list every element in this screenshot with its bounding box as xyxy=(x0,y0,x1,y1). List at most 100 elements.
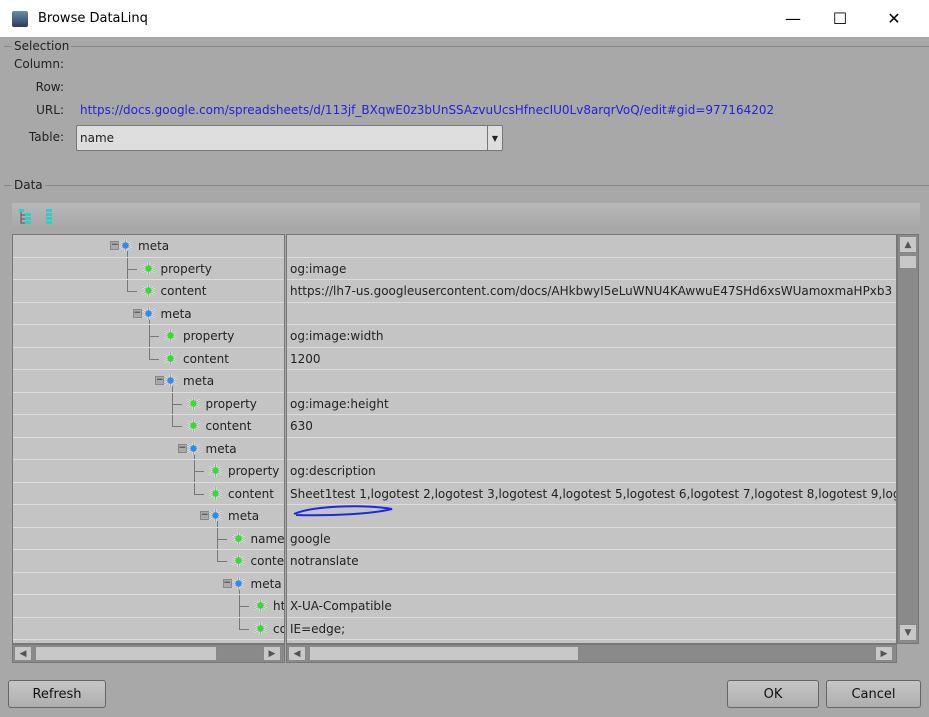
node-value: og:image:height xyxy=(290,396,389,411)
tree-row[interactable]: property xyxy=(13,393,284,415)
value-row[interactable]: og:image:height xyxy=(287,393,896,415)
close-button[interactable]: ✕ xyxy=(871,0,917,37)
tree-horizontal-scrollbar[interactable]: ◀ ▶ xyxy=(12,644,285,663)
scroll-up-button[interactable]: ▲ xyxy=(899,236,917,253)
refresh-button[interactable]: Refresh xyxy=(8,680,106,708)
value-row[interactable] xyxy=(287,573,896,595)
attribute-node-icon xyxy=(208,463,223,478)
vertical-scrollbar[interactable]: ▲ ▼ xyxy=(897,234,919,644)
window-title: Browse DataLinq xyxy=(38,11,148,26)
url-link[interactable]: https://docs.google.com/spreadsheets/d/1… xyxy=(80,103,774,117)
selection-group-label: Selection xyxy=(12,39,72,53)
tree-row[interactable]: − meta xyxy=(13,573,284,595)
node-value: og:image:width xyxy=(290,329,384,343)
scroll-thumb[interactable] xyxy=(35,646,217,661)
value-row[interactable] xyxy=(287,303,896,325)
scroll-thumb[interactable] xyxy=(309,646,579,661)
node-label: content xyxy=(183,351,229,366)
attribute-node-icon xyxy=(186,396,201,411)
redaction-scribble xyxy=(293,505,393,517)
node-value: 1200 xyxy=(290,351,321,366)
element-node-icon xyxy=(186,441,201,456)
scroll-thumb[interactable] xyxy=(899,255,917,269)
maximize-button[interactable]: ☐ xyxy=(817,0,863,37)
tree-row[interactable]: content xyxy=(13,483,284,505)
tree-connector xyxy=(171,403,182,405)
minimize-button[interactable]: — xyxy=(770,0,816,37)
attribute-node-icon xyxy=(231,553,246,568)
value-row[interactable]: og:image:width xyxy=(287,325,896,348)
scroll-right-button[interactable]: ▶ xyxy=(263,646,281,661)
tree-row[interactable]: property xyxy=(13,325,284,348)
node-label: meta xyxy=(183,374,215,388)
scroll-left-button[interactable]: ◀ xyxy=(14,646,32,661)
value-horizontal-scrollbar[interactable]: ◀ ▶ xyxy=(286,644,897,663)
value-row[interactable] xyxy=(287,235,896,258)
value-row[interactable]: https://lh7-us.googleusercontent.com/doc… xyxy=(287,280,896,303)
value-column[interactable]: og:image https://lh7-us.googleusercontent… xyxy=(286,234,897,644)
value-row[interactable]: notranslate xyxy=(287,550,896,573)
attribute-node-icon xyxy=(208,486,223,501)
tree-connector xyxy=(126,268,137,270)
table-select-value: name xyxy=(80,131,115,145)
tree-connector xyxy=(126,291,137,292)
value-row[interactable]: IE=edge; xyxy=(287,618,896,640)
value-row[interactable]: og:image xyxy=(287,258,896,280)
tree-connector xyxy=(216,538,227,540)
value-row[interactable]: og:description xyxy=(287,460,896,483)
tree-row[interactable]: content xyxy=(13,415,284,438)
tree-row[interactable]: − meta xyxy=(13,370,284,393)
node-label: content xyxy=(250,554,285,568)
tree-row[interactable]: property xyxy=(13,258,284,280)
node-label: meta xyxy=(160,306,192,321)
node-label: content xyxy=(160,284,207,298)
tree-row[interactable]: http-equiv xyxy=(13,595,284,618)
tree-row[interactable]: − meta xyxy=(13,303,284,325)
element-node-icon xyxy=(208,508,223,523)
scroll-left-button[interactable]: ◀ xyxy=(288,646,306,661)
ok-button[interactable]: OK xyxy=(727,680,819,708)
node-value: og:description xyxy=(290,464,376,478)
value-row[interactable]: 630 xyxy=(287,415,896,438)
tree-connector xyxy=(194,471,204,472)
row-label: Row: xyxy=(35,80,64,94)
node-label: content xyxy=(228,486,274,501)
expand-tree-icon[interactable] xyxy=(19,209,33,225)
attribute-node-icon xyxy=(253,621,268,636)
attribute-node-icon xyxy=(231,531,246,546)
tree-row[interactable]: content xyxy=(13,280,284,303)
column-label: Column: xyxy=(14,57,64,71)
cancel-button[interactable]: Cancel xyxy=(826,680,921,708)
tree-column[interactable]: − meta property content − meta property content… xyxy=(12,234,285,644)
node-label: property xyxy=(160,261,212,276)
tree-row[interactable]: content xyxy=(13,618,284,640)
value-row[interactable]: 1200 xyxy=(287,348,896,370)
value-row[interactable] xyxy=(287,438,896,460)
scroll-down-button[interactable]: ▼ xyxy=(899,624,917,641)
data-toolbar xyxy=(12,203,920,230)
value-row[interactable]: google xyxy=(287,528,896,550)
value-row[interactable] xyxy=(287,370,896,393)
node-value: notranslate xyxy=(290,554,359,568)
node-value: IE=edge; xyxy=(290,621,346,636)
node-value: google xyxy=(290,531,331,546)
node-label: property xyxy=(205,396,257,411)
scroll-right-button[interactable]: ▶ xyxy=(875,646,893,661)
node-label: meta xyxy=(205,441,237,456)
attribute-node-icon xyxy=(163,351,178,366)
node-value: og:image xyxy=(290,261,347,276)
collapse-tree-icon[interactable] xyxy=(44,209,58,225)
tree-row[interactable]: content xyxy=(13,348,284,370)
tree-row[interactable]: property xyxy=(13,460,284,483)
tree-row[interactable]: − meta xyxy=(13,505,284,528)
tree-row[interactable]: − meta xyxy=(13,438,284,460)
chevron-down-icon[interactable]: ▼ xyxy=(487,126,502,150)
tree-row[interactable]: name xyxy=(13,528,284,550)
table-select[interactable]: name ▼ xyxy=(76,125,503,151)
tree-row[interactable]: content xyxy=(13,550,284,573)
value-row[interactable]: X-UA-Compatible xyxy=(287,595,896,618)
element-node-icon xyxy=(141,306,156,321)
tree-row[interactable]: − meta xyxy=(13,235,284,258)
tree-connector xyxy=(149,358,159,360)
element-node-icon xyxy=(118,238,133,253)
